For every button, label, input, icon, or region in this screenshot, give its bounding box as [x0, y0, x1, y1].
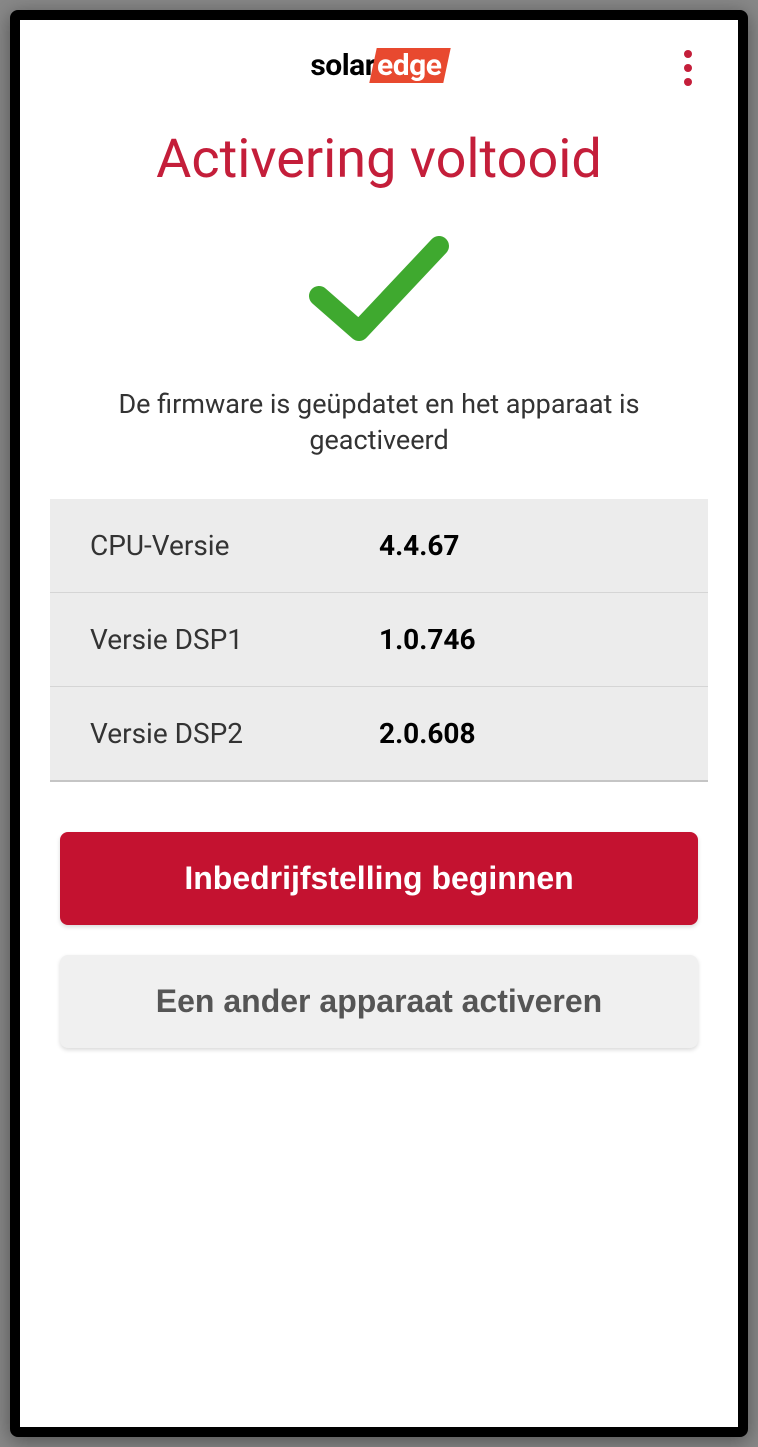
app-screen: solaredge Activering voltooid De firmwar…: [10, 10, 748, 1437]
action-buttons: Inbedrijfstelling beginnen Een ander app…: [20, 782, 738, 1048]
app-header: solaredge: [20, 20, 738, 93]
more-vertical-icon: [684, 78, 692, 86]
version-table: CPU-Versie 4.4.67 Versie DSP1 1.0.746 Ve…: [50, 499, 708, 782]
checkmark-icon: [299, 231, 459, 351]
version-value: 1.0.746: [379, 623, 668, 656]
version-label: CPU-Versie: [90, 529, 379, 562]
version-value: 4.4.67: [379, 529, 668, 562]
logo-text-edge-bg: edge: [369, 48, 451, 83]
status-message: De firmware is geüpdatet en het apparaat…: [20, 386, 738, 459]
page-title: Activering voltooid: [20, 128, 738, 191]
table-row: Versie DSP2 2.0.608: [50, 687, 708, 782]
version-label: Versie DSP2: [90, 717, 379, 750]
solaredge-logo: solaredge: [310, 48, 447, 83]
table-row: CPU-Versie 4.4.67: [50, 499, 708, 593]
version-value: 2.0.608: [379, 717, 668, 750]
more-vertical-icon: [684, 50, 692, 58]
version-label: Versie DSP1: [90, 623, 379, 656]
more-menu-button[interactable]: [668, 48, 708, 88]
activate-another-device-button[interactable]: Een ander apparaat activeren: [60, 955, 698, 1048]
logo-text-edge: edge: [377, 48, 441, 83]
more-vertical-icon: [684, 64, 692, 72]
success-indicator: [20, 231, 738, 351]
table-row: Versie DSP1 1.0.746: [50, 593, 708, 687]
logo-text-solar: solar: [310, 48, 375, 83]
start-commissioning-button[interactable]: Inbedrijfstelling beginnen: [60, 832, 698, 925]
